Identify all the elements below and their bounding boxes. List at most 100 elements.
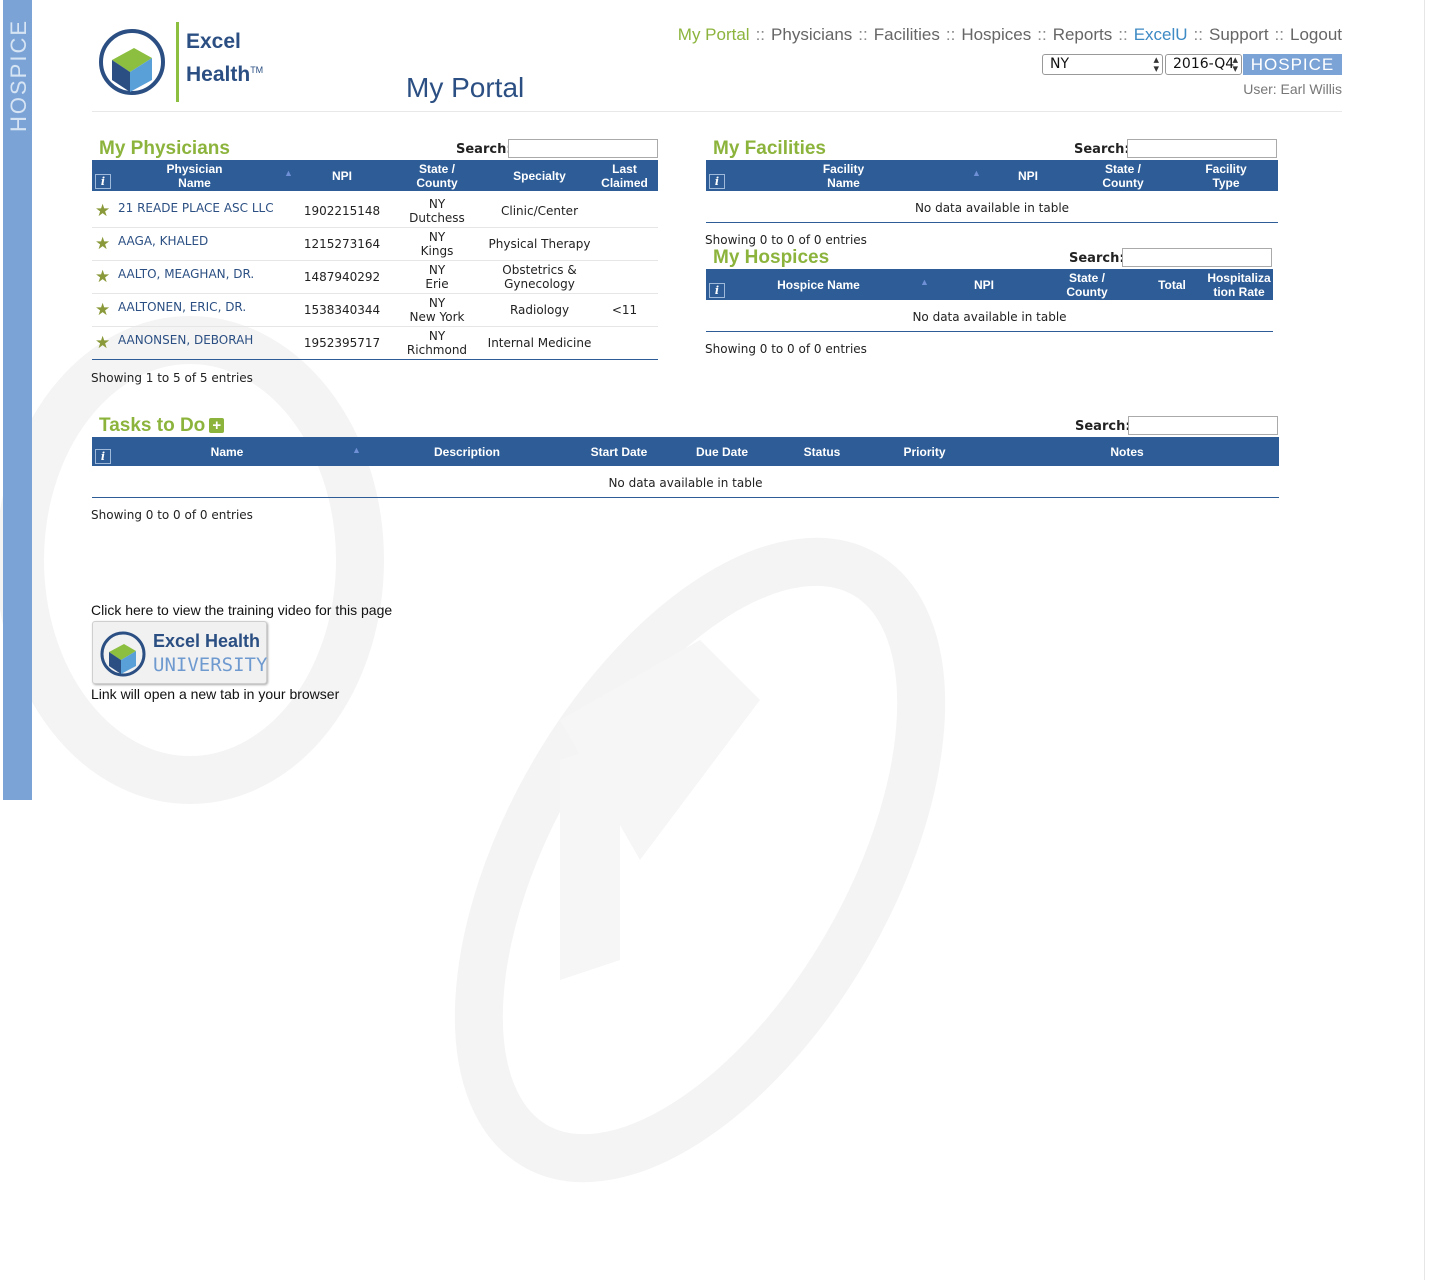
table-row[interactable]: ★ 21 READE PLACE ASC LLC 1902215148 NY Du…	[92, 195, 658, 228]
quarter-select[interactable]: 2016-Q4 ▴ ▾	[1165, 54, 1242, 75]
specialty-cell: Physical Therapy	[488, 237, 591, 251]
logo-mark-icon	[99, 29, 165, 95]
col-last-claimed[interactable]: Last Claimed	[597, 160, 652, 191]
table-row[interactable]: ★ AALTO, MEAGHAN, DR. 1487940292 NY Erie …	[92, 261, 658, 294]
info-icon[interactable]: i	[709, 283, 725, 298]
col-due-date[interactable]: Due Date	[687, 437, 757, 466]
state-select[interactable]: NY ▴ ▾	[1042, 54, 1163, 75]
logo-text: Excel HealthTM	[186, 30, 264, 86]
state-county-cell: NY Dutchess	[409, 197, 465, 225]
add-task-icon[interactable]: +	[209, 418, 225, 433]
hospices-search-label: Search:	[1069, 251, 1125, 266]
nav-my-portal[interactable]: My Portal	[678, 25, 750, 44]
table-row[interactable]: ★ AANONSEN, DEBORAH 1952395717 NY Richmon…	[92, 327, 658, 360]
npi-cell: 1538340344	[303, 303, 381, 317]
table-row[interactable]: ★ AAGA, KHALED 1215273164 NY Kings Physic…	[92, 228, 658, 261]
tasks-table-header: i Name ▲ Description Start Date Due Date…	[92, 437, 1279, 466]
col-start-date[interactable]: Start Date	[584, 437, 654, 466]
nav-hospices[interactable]: Hospices	[961, 25, 1031, 44]
last-claimed-cell	[597, 228, 652, 260]
physician-name-link[interactable]: AALTONEN, ERIC, DR.	[118, 300, 246, 314]
tasks-title: Tasks to Do +	[99, 415, 225, 437]
tasks-empty-row: No data available in table	[92, 468, 1279, 498]
col-hospice-name[interactable]: Hospice Name	[771, 269, 866, 300]
col-name[interactable]: Name	[197, 437, 257, 466]
link-note: Link will open a new tab in your browser	[91, 686, 340, 702]
info-icon[interactable]: i	[95, 174, 111, 189]
facilities-table-header: i Facility Name ▲ NPI State / County Fac…	[706, 160, 1278, 191]
col-npi[interactable]: NPI	[1008, 160, 1048, 191]
physician-name-link[interactable]: AALTO, MEAGHAN, DR.	[118, 267, 254, 281]
physician-name-link[interactable]: AANONSEN, DEBORAH	[118, 333, 253, 347]
user-label: User: Earl Willis	[1243, 81, 1342, 97]
hospices-empty-row: No data available in table	[706, 302, 1273, 332]
npi-cell: 1487940292	[303, 270, 381, 284]
table-row[interactable]: ★ AALTONEN, ERIC, DR. 1538340344 NY New Y…	[92, 294, 658, 327]
physicians-table-info: Showing 1 to 5 of 5 entries	[91, 371, 253, 385]
header-divider	[92, 111, 1342, 112]
university-badge-title: Excel Health	[153, 631, 261, 651]
training-video-link[interactable]: Click here to view the training video fo…	[91, 602, 392, 618]
nav-excelu[interactable]: ExcelU	[1134, 25, 1188, 44]
tasks-table-info: Showing 0 to 0 of 0 entries	[91, 508, 253, 522]
hospices-table-info: Showing 0 to 0 of 0 entries	[705, 342, 867, 356]
col-state-county[interactable]: State / County	[412, 160, 462, 191]
tasks-search-label: Search:	[1075, 419, 1131, 434]
info-icon[interactable]: i	[95, 449, 111, 464]
hospice-badge: HOSPICE	[1243, 54, 1342, 75]
facilities-search-input[interactable]	[1127, 139, 1277, 158]
facilities-empty-row: No data available in table	[706, 193, 1278, 223]
col-total[interactable]: Total	[1152, 269, 1192, 300]
col-notes[interactable]: Notes	[1102, 437, 1152, 466]
star-icon[interactable]: ★	[95, 302, 110, 319]
select-arrows-icon: ▴ ▾	[1153, 53, 1159, 75]
specialty-cell: Internal Medicine	[487, 336, 592, 350]
npi-cell: 1952395717	[303, 336, 381, 350]
col-state-county[interactable]: State / County	[1098, 160, 1148, 191]
col-physician-name[interactable]: Physician Name	[152, 160, 237, 191]
last-claimed-cell	[597, 327, 652, 359]
physicians-table-header: i Physician Name ▲ NPI State / County Sp…	[92, 160, 658, 191]
physicians-search-input[interactable]	[508, 139, 658, 158]
hospices-table-header: i Hospice Name ▲ NPI State / County Tota…	[706, 269, 1273, 300]
hospices-search-input[interactable]	[1122, 248, 1272, 267]
star-icon[interactable]: ★	[95, 269, 110, 286]
col-specialty[interactable]: Specialty	[502, 160, 577, 191]
nav-reports[interactable]: Reports	[1053, 25, 1113, 44]
last-claimed-cell	[597, 261, 652, 293]
logo-divider	[176, 22, 179, 102]
last-claimed-cell	[597, 195, 652, 227]
nav-support[interactable]: Support	[1209, 25, 1269, 44]
col-status[interactable]: Status	[797, 437, 847, 466]
col-npi[interactable]: NPI	[317, 160, 367, 191]
facilities-table-info: Showing 0 to 0 of 0 entries	[705, 233, 867, 247]
info-icon[interactable]: i	[709, 174, 725, 189]
state-county-cell: NY Kings	[420, 230, 454, 258]
excel-health-logo[interactable]: Excel HealthTM	[94, 22, 290, 102]
nav-facilities[interactable]: Facilities	[874, 25, 940, 44]
physicians-title: My Physicians	[99, 138, 230, 159]
col-facility-name[interactable]: Facility Name	[806, 160, 881, 191]
col-description[interactable]: Description	[427, 437, 507, 466]
tasks-search-input[interactable]	[1128, 416, 1278, 435]
col-state-county[interactable]: State / County	[1062, 269, 1112, 300]
last-claimed-cell: <11	[611, 303, 638, 317]
col-priority[interactable]: Priority	[897, 437, 952, 466]
right-divider	[1424, 0, 1425, 1280]
university-logo-icon	[100, 631, 146, 677]
star-icon[interactable]: ★	[95, 203, 110, 220]
page-title: My Portal	[406, 72, 525, 103]
col-facility-type[interactable]: Facility Type	[1201, 160, 1251, 191]
physician-name-link[interactable]: 21 READE PLACE ASC LLC	[118, 201, 274, 215]
sort-asc-icon: ▲	[920, 277, 929, 287]
excel-health-university-badge[interactable]: Excel Health UNIVERSITY	[92, 621, 267, 684]
col-npi[interactable]: NPI	[964, 269, 1004, 300]
star-icon[interactable]: ★	[95, 236, 110, 253]
state-county-cell: NY Richmond	[406, 329, 468, 357]
nav-logout[interactable]: Logout	[1290, 25, 1342, 44]
nav-physicians[interactable]: Physicians	[771, 25, 852, 44]
col-hospitalization-rate[interactable]: Hospitalization Rate	[1206, 269, 1272, 300]
physician-name-link[interactable]: AAGA, KHALED	[118, 234, 208, 248]
star-icon[interactable]: ★	[95, 335, 110, 352]
sort-asc-icon: ▲	[972, 168, 981, 178]
